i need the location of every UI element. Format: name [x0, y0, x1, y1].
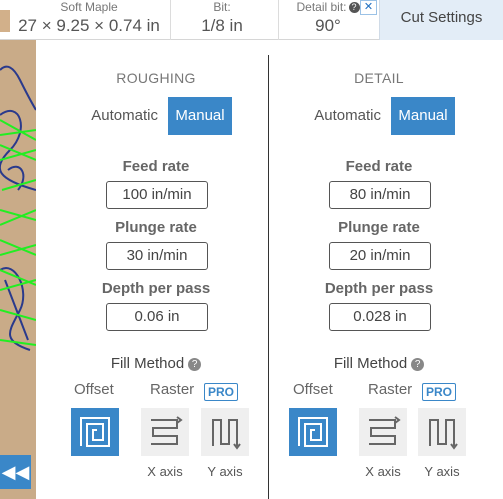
detail-plunge-rate-label: Plunge rate — [338, 219, 420, 236]
roughing-fill-method-title: Fill Method? — [46, 355, 266, 372]
roughing-plunge-rate-label: Plunge rate — [115, 219, 197, 236]
app-window: Soft Maple 27 × 9.25 × 0.74 in Bit: 1/8 … — [0, 0, 503, 499]
roughing-manual-button[interactable]: Manual — [168, 97, 232, 135]
detail-offset-label: Offset — [293, 381, 333, 398]
detail-bit-label: Detail bit: — [296, 0, 347, 14]
collapse-panel-button[interactable]: ◀◀ — [0, 455, 31, 489]
toolpath-preview — [0, 65, 36, 351]
roughing-mode-toggle: Automatic Manual — [46, 97, 266, 135]
detail-offset-button[interactable] — [289, 408, 337, 456]
top-bar-divider — [278, 0, 279, 40]
roughing-fill-method-label: Fill Method — [110, 355, 185, 372]
bit-value: 1/8 in — [201, 16, 243, 35]
roughing-y-axis-label: Y axis — [207, 464, 243, 479]
detail-bit-value: 90° — [315, 16, 341, 35]
detail-raster-label: Raster — [368, 381, 413, 398]
material-name: Soft Maple — [60, 0, 118, 14]
detail-manual-button[interactable]: Manual — [391, 97, 455, 135]
roughing-offset-label: Offset — [74, 381, 114, 398]
roughing-offset-button[interactable] — [71, 408, 119, 456]
roughing-x-axis-label: X axis — [147, 464, 183, 479]
roughing-title: ROUGHING — [116, 70, 196, 86]
detail-depth-input[interactable]: 0.028 in — [329, 303, 431, 331]
roughing-feed-rate-input[interactable]: 100 in/min — [106, 181, 208, 209]
roughing-pro-badge: PRO — [204, 383, 238, 401]
raster-y-icon — [212, 419, 241, 450]
roughing-raster-x-button[interactable] — [141, 408, 189, 456]
raster-x-icon — [151, 416, 183, 445]
material-info[interactable]: Soft Maple 27 × 9.25 × 0.74 in — [14, 0, 164, 40]
detail-x-axis-label: X axis — [365, 464, 401, 479]
roughing-depth-label: Depth per pass — [101, 280, 211, 297]
detail-feed-rate-input[interactable]: 80 in/min — [329, 181, 431, 209]
top-bar-divider — [170, 0, 171, 40]
detail-fill-method-title: Fill Method? — [269, 355, 489, 372]
material-swatch — [0, 10, 10, 32]
canvas-preview[interactable]: ◀◀ — [0, 40, 36, 499]
tab-cut-settings[interactable]: Cut Settings — [379, 0, 503, 40]
cut-settings-panel: ROUGHING Automatic Manual Feed rate 100 … — [36, 40, 503, 499]
material-size: 27 × 9.25 × 0.74 in — [18, 16, 160, 35]
offset-spiral-icon — [298, 417, 328, 447]
roughing-raster-y-button[interactable] — [201, 408, 249, 456]
detail-title: DETAIL — [354, 70, 404, 86]
close-icon[interactable]: ✕ — [360, 0, 377, 15]
detail-automatic-button[interactable]: Automatic — [269, 97, 389, 135]
help-icon[interactable]: ? — [188, 358, 202, 371]
roughing-plunge-rate-input[interactable]: 30 in/min — [106, 242, 208, 270]
detail-raster-y-button[interactable] — [418, 408, 466, 456]
detail-depth-label: Depth per pass — [324, 280, 434, 297]
roughing-feed-rate-label: Feed rate — [122, 158, 190, 175]
help-icon[interactable]: ? — [411, 358, 425, 371]
detail-plunge-rate-input[interactable]: 20 in/min — [329, 242, 431, 270]
detail-fill-method-label: Fill Method — [333, 355, 408, 372]
roughing-depth-input[interactable]: 0.06 in — [106, 303, 208, 331]
offset-spiral-icon — [80, 417, 110, 447]
detail-raster-x-button[interactable] — [359, 408, 407, 456]
top-bar: Soft Maple 27 × 9.25 × 0.74 in Bit: 1/8 … — [0, 0, 503, 40]
roughing-automatic-button[interactable]: Automatic — [46, 97, 166, 135]
detail-pro-badge: PRO — [422, 383, 456, 401]
bit-info[interactable]: Bit: 1/8 in — [172, 0, 272, 40]
bit-label: Bit: — [213, 0, 231, 14]
help-icon[interactable]: ? — [348, 2, 360, 13]
roughing-raster-label: Raster — [150, 381, 195, 398]
detail-mode-toggle: Automatic Manual — [269, 97, 489, 135]
detail-feed-rate-label: Feed rate — [345, 158, 413, 175]
detail-y-axis-label: Y axis — [424, 464, 460, 479]
raster-y-icon — [429, 419, 458, 450]
raster-x-icon — [369, 416, 401, 445]
